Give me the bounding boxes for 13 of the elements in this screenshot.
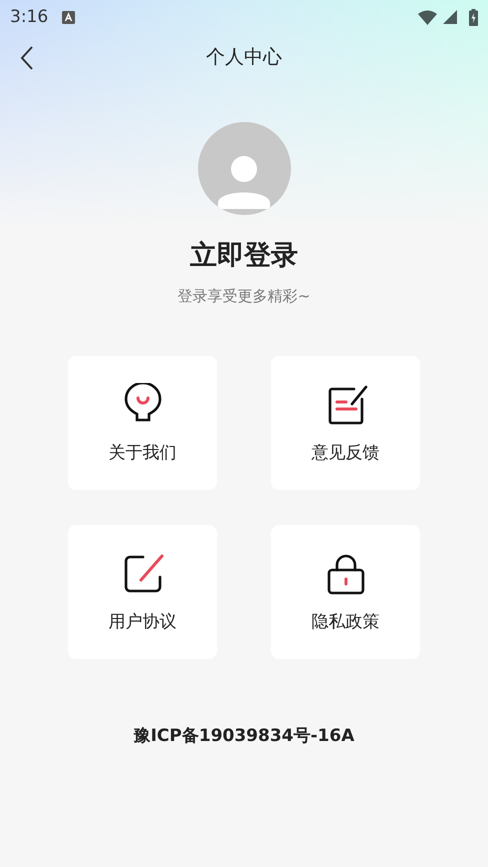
menu-card[interactable]: 隐私政策 xyxy=(271,525,420,659)
signal-icon xyxy=(443,10,457,24)
page-title: 个人中心 xyxy=(206,45,282,70)
menu-card[interactable]: 用户协议 xyxy=(68,525,217,659)
menu-card[interactable]: 关于我们 xyxy=(68,356,217,490)
status-time: 3:16 xyxy=(10,7,48,27)
wifi-icon xyxy=(418,10,437,24)
menu-card[interactable]: 意见反馈 xyxy=(271,356,420,490)
battery-icon xyxy=(469,8,478,26)
login-subtitle: 登录享受更多精彩~ xyxy=(178,287,310,306)
icp-number: 豫ICP备19039834号-16A xyxy=(134,725,354,747)
keyboard-notification-icon xyxy=(62,10,76,24)
login-link[interactable]: 立即登录 xyxy=(190,237,298,273)
